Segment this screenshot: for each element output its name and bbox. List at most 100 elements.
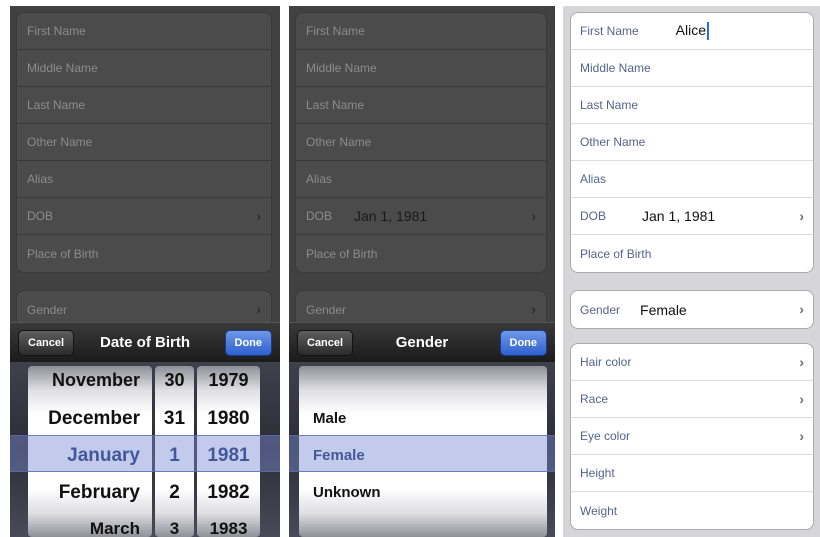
row-label: Hair color — [580, 355, 632, 369]
person-form-screen: First Name Alice Middle Name Last Name O… — [563, 6, 820, 537]
row-label: Middle Name — [27, 61, 98, 75]
row-last-name[interactable]: Last Name — [296, 87, 546, 124]
row-label: Middle Name — [580, 61, 651, 75]
cancel-button[interactable]: Cancel — [297, 330, 354, 356]
row-middle-name[interactable]: Middle Name — [296, 50, 546, 87]
row-label: Alias — [27, 172, 54, 186]
chevron-right-icon: › — [799, 208, 804, 224]
done-button[interactable]: Done — [224, 330, 272, 356]
row-label: Middle Name — [306, 61, 377, 75]
selection-indicator — [10, 435, 280, 472]
row-race[interactable]: Race › — [571, 381, 813, 418]
row-label: DOB — [306, 209, 333, 223]
row-first-name[interactable]: First Name — [296, 13, 546, 50]
selection-indicator — [289, 435, 555, 472]
gender-value: Female — [640, 301, 687, 318]
toolbar-title: Date of Birth — [100, 334, 190, 351]
picker-item[interactable]: 31 — [155, 400, 194, 437]
row-label: DOB — [580, 209, 607, 223]
chevron-right-icon: › — [531, 208, 536, 224]
picker-item[interactable]: February — [28, 474, 152, 511]
first-name-value: Alice — [675, 21, 707, 38]
row-label: Weight — [580, 503, 618, 518]
row-label: Other Name — [580, 135, 646, 149]
row-dob[interactable]: DOB Jan 1, 1981 › — [571, 198, 813, 235]
row-middle-name[interactable]: Middle Name — [571, 50, 813, 87]
chevron-right-icon: › — [256, 208, 261, 224]
row-alias[interactable]: Alias — [571, 161, 813, 198]
text-cursor — [707, 22, 710, 41]
cancel-button[interactable]: Cancel — [18, 330, 75, 356]
picker-item[interactable]: November — [28, 366, 152, 399]
row-last-name[interactable]: Last Name — [571, 87, 813, 124]
row-height[interactable]: Height — [571, 455, 813, 492]
row-other-name[interactable]: Other Name — [296, 124, 546, 161]
chevron-right-icon: › — [799, 354, 804, 370]
dob-picker-screen: First Name Middle Name Last Name Other N… — [10, 6, 280, 537]
row-label: First Name — [580, 24, 639, 38]
chevron-right-icon: › — [531, 301, 536, 317]
row-alias[interactable]: Alias — [296, 161, 546, 198]
row-label: DOB — [27, 209, 54, 223]
first-name-input[interactable]: Alice — [675, 21, 710, 41]
row-place-of-birth[interactable]: Place of Birth — [571, 235, 813, 272]
picker-item[interactable]: March — [28, 510, 152, 537]
picker-item[interactable]: 1983 — [197, 510, 260, 537]
row-middle-name[interactable]: Middle Name — [17, 50, 271, 87]
row-dob[interactable]: DOB › — [17, 198, 271, 235]
picker-item[interactable]: Unknown — [299, 474, 547, 511]
row-label: Place of Birth — [580, 246, 652, 261]
done-button[interactable]: Done — [499, 330, 547, 356]
chevron-right-icon: › — [256, 301, 261, 317]
chevron-right-icon: › — [799, 301, 804, 317]
picker-item[interactable]: 1979 — [197, 366, 260, 399]
gender-picker-screen: First Name Middle Name Last Name Other N… — [289, 6, 555, 537]
row-label: Last Name — [580, 98, 639, 112]
date-picker: November December January February March… — [10, 362, 280, 537]
picker-item[interactable]: 30 — [155, 366, 194, 399]
row-label: Gender — [27, 302, 68, 317]
row-label: First Name — [306, 24, 365, 38]
row-label: Alias — [580, 172, 607, 186]
row-label: Gender — [306, 302, 347, 317]
row-other-name[interactable]: Other Name — [571, 124, 813, 161]
row-label: Race — [580, 392, 609, 406]
row-other-name[interactable]: Other Name — [17, 124, 271, 161]
row-label: Gender — [580, 302, 621, 317]
picker-item[interactable]: 3 — [155, 510, 194, 537]
row-first-name[interactable]: First Name — [17, 13, 271, 50]
row-gender[interactable]: Gender Female › — [571, 291, 813, 328]
picker-item[interactable]: December — [28, 400, 152, 437]
toolbar-title: Gender — [395, 334, 449, 351]
row-eye-color[interactable]: Eye color › — [571, 418, 813, 455]
form-group-appearance: Hair color › Race › Eye color › Height Weig… — [570, 343, 814, 530]
row-alias[interactable]: Alias — [17, 161, 271, 198]
row-label: Place of Birth — [306, 246, 378, 261]
row-weight[interactable]: Weight — [571, 492, 813, 529]
row-place-of-birth[interactable]: Place of Birth — [296, 235, 546, 272]
row-label: Last Name — [306, 98, 365, 112]
row-place-of-birth[interactable]: Place of Birth — [17, 235, 271, 272]
form-group-identity: First Name Middle Name Last Name Other N… — [295, 12, 547, 273]
row-last-name[interactable]: Last Name — [17, 87, 271, 124]
picker-item[interactable]: Male — [299, 400, 547, 437]
gender-picker: Male Female Unknown — [289, 362, 555, 537]
dob-value: Jan 1, 1981 — [354, 208, 428, 224]
picker-item[interactable]: 2 — [155, 474, 194, 511]
row-label: Other Name — [306, 135, 372, 149]
chevron-right-icon: › — [799, 391, 804, 407]
form-group-identity: First Name Middle Name Last Name Other N… — [16, 12, 272, 273]
row-label: Other Name — [27, 135, 93, 149]
row-label: Last Name — [27, 98, 86, 112]
row-label: Eye color — [580, 429, 631, 443]
row-first-name[interactable]: First Name Alice — [571, 13, 813, 50]
dob-value: Jan 1, 1981 — [642, 208, 716, 224]
picker-toolbar: Cancel Date of Birth Done — [10, 322, 280, 362]
row-label: Place of Birth — [27, 246, 99, 261]
row-label: Height — [580, 466, 615, 480]
row-hair-color[interactable]: Hair color › — [571, 344, 813, 381]
picker-item[interactable]: 1982 — [197, 474, 260, 511]
picker-item[interactable]: 1980 — [197, 400, 260, 437]
form-group-gender: Gender Female › — [570, 290, 814, 329]
row-dob[interactable]: DOB Jan 1, 1981 › — [296, 198, 546, 235]
